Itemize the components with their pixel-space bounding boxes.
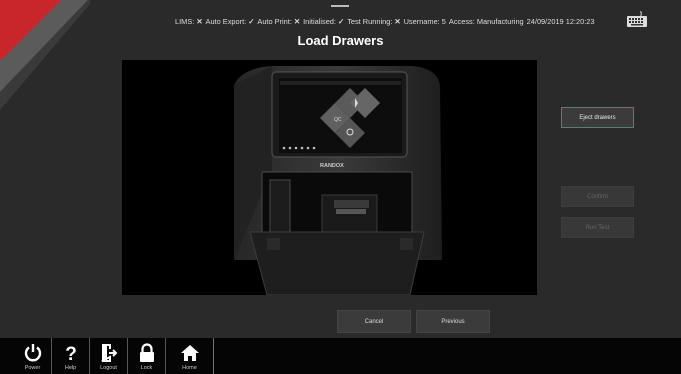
brand-logo: RANDOX — [320, 163, 344, 169]
keyboard-icon[interactable] — [626, 10, 648, 28]
power-icon — [24, 344, 41, 362]
nav-help-label: Help — [64, 365, 77, 371]
username-status: Username: 5 — [403, 16, 446, 26]
help-icon: ? — [65, 344, 77, 363]
nav-power-label: Power — [24, 365, 41, 371]
previous-button[interactable]: Previous — [416, 310, 490, 333]
access-status: Access: Manufacturing — [448, 16, 524, 26]
initialised-status: Initialised: ✓ — [303, 16, 345, 26]
home-icon — [180, 345, 199, 361]
eject-drawers-button[interactable]: Eject drawers — [561, 107, 634, 128]
nav-lock[interactable]: Lock — [128, 338, 166, 374]
lock-icon — [139, 343, 154, 362]
auto-print-status: Auto Print: ✕ — [257, 16, 301, 26]
cancel-button[interactable]: Cancel — [337, 310, 411, 333]
corner-decoration — [0, 0, 90, 110]
instrument-image: QC RANDOX — [122, 60, 537, 295]
nav-logout[interactable]: Logout — [90, 338, 128, 374]
run-test-button[interactable]: Run Test — [561, 217, 634, 238]
svg-text:?: ? — [65, 344, 77, 363]
nav-home[interactable]: Home — [166, 338, 214, 374]
nav-lock-label: Lock — [140, 365, 153, 371]
datetime: 24/09/2019 12:20:23 — [526, 16, 595, 26]
nav-logout-label: Logout — [100, 365, 117, 371]
nav-power[interactable]: Power — [14, 338, 52, 374]
analyser-illustration: QC RANDOX — [234, 66, 442, 295]
logout-icon — [101, 344, 117, 362]
qc-label: QC — [334, 117, 342, 123]
auto-export-status: Auto Export: ✓ — [205, 16, 255, 26]
lims-status: LIMS: ✕ — [175, 16, 203, 26]
nav-help[interactable]: ? Help — [52, 338, 90, 374]
nav-home-label: Home — [182, 365, 197, 371]
confirm-button[interactable]: Confirm — [561, 186, 634, 207]
top-pull-handle[interactable] — [331, 5, 349, 7]
test-running-status: Test Running: ✕ — [347, 16, 401, 26]
status-bar: LIMS: ✕ Auto Export: ✓ Auto Print: ✕ Initia… — [175, 14, 597, 28]
page-title: Load Drawers — [297, 33, 384, 48]
bottom-nav: Power ? Help Logout Lock Home — [0, 338, 681, 374]
